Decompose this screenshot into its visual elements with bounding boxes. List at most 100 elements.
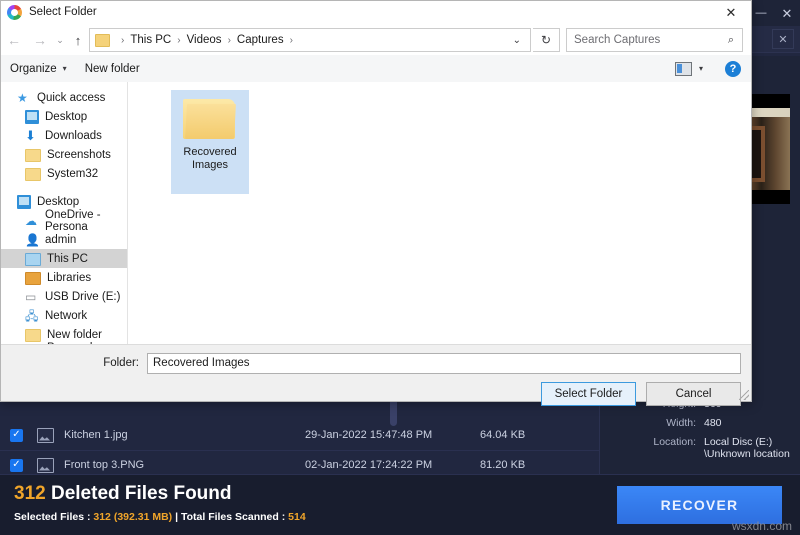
app-close-button[interactable]: ✕ xyxy=(774,0,800,26)
sidebar-item-screenshots[interactable]: Screenshots xyxy=(1,145,127,164)
back-icon[interactable]: ← xyxy=(1,27,27,53)
table-row[interactable]: ✓ Kitchen 1.jpg 29-Jan-2022 15:47:48 PM … xyxy=(0,420,600,451)
tab-close-button[interactable]: ✕ xyxy=(772,29,794,49)
screen-root: — ✕ ✕ ✓ Kitchen 1.jpg 29-Jan-2022 15:47:… xyxy=(0,0,800,535)
breadcrumb-separator: › xyxy=(289,34,293,46)
sidebar-item-usb-drive[interactable]: ▭ USB Drive (E:) xyxy=(1,287,127,306)
metadata-value: 480 xyxy=(704,417,722,429)
sidebar-item-label: admin xyxy=(45,233,77,246)
folder-front xyxy=(185,104,236,139)
scanned-prefix: Total Files Scanned : xyxy=(180,511,289,523)
sidebar-item-label: Libraries xyxy=(47,271,92,284)
star-icon: ★ xyxy=(17,90,28,105)
pc-icon xyxy=(25,253,41,266)
sidebar-item-label: Downloads xyxy=(45,129,102,142)
breadcrumb-item-captures[interactable]: Captures xyxy=(236,34,285,46)
view-options-caret[interactable]: ▾ xyxy=(692,64,713,73)
chevron-down-icon[interactable]: ⌄ xyxy=(504,35,530,46)
image-file-icon xyxy=(37,427,54,443)
folder-icon xyxy=(25,149,41,162)
folder-icon xyxy=(183,96,237,140)
sidebar-item-onedrive[interactable]: ☁ OneDrive - Persona xyxy=(1,208,127,233)
resize-grip[interactable] xyxy=(739,390,749,400)
footer-buttons: Select Folder Cancel xyxy=(541,382,741,406)
app-status-bar: 312 Deleted Files Found Selected Files :… xyxy=(0,474,800,535)
help-icon[interactable]: ? xyxy=(725,60,741,77)
sidebar-item-label: System32 xyxy=(47,167,99,180)
up-one-level-icon[interactable]: ↑ xyxy=(67,27,89,53)
folder-icon xyxy=(25,272,41,285)
view-layout-icon[interactable] xyxy=(674,61,692,76)
breadcrumb-separator: › xyxy=(121,34,125,46)
file-content-pane[interactable]: Recovered Images xyxy=(128,82,751,345)
dialog-body: ★ Quick access Desktop ⬇ Downloads Scree… xyxy=(1,82,751,345)
folder-name-input[interactable]: Recovered Images xyxy=(147,352,741,374)
breadcrumb-item-videos[interactable]: Videos xyxy=(186,34,223,46)
sidebar-item-system32[interactable]: System32 xyxy=(1,164,127,183)
search-placeholder: Search Captures xyxy=(574,34,661,46)
cloud-icon: ☁ xyxy=(25,213,37,228)
new-folder-button[interactable]: New folder xyxy=(76,63,149,75)
metadata-label: Location: xyxy=(653,436,696,448)
metadata-label: Width: xyxy=(666,417,696,429)
folder-item-recovered-images[interactable]: Recovered Images xyxy=(171,90,249,194)
breadcrumb-item-this-pc[interactable]: This PC xyxy=(129,34,172,46)
deleted-files-label: Deleted Files Found xyxy=(45,483,232,504)
sidebar-item-network[interactable]: 🖧 Network xyxy=(1,306,127,325)
network-icon: 🖧 xyxy=(25,308,39,323)
folder-icon xyxy=(95,33,110,47)
refresh-icon[interactable]: ↻ xyxy=(533,28,560,52)
preview-metadata: Height: 360 Width: 480 Location: Local D… xyxy=(600,398,792,467)
deleted-files-found: 312 Deleted Files Found xyxy=(14,483,232,505)
sidebar-item-downloads[interactable]: ⬇ Downloads xyxy=(1,126,127,145)
cancel-button[interactable]: Cancel xyxy=(646,382,741,406)
dialog-title-bar: Select Folder xyxy=(1,1,751,23)
monitor-icon xyxy=(17,194,31,209)
folder-field-row: Folder: Recovered Images xyxy=(1,352,741,374)
select-folder-dialog: Select Folder ✕ ← → ⌄ ↑ › This PC › Vide… xyxy=(0,0,752,406)
dialog-footer: Folder: Recovered Images Select Folder C… xyxy=(1,344,751,406)
monitor-icon xyxy=(25,109,39,124)
metadata-row: Width: 480 xyxy=(600,417,792,429)
chevron-down-icon: ▾ xyxy=(62,64,67,73)
metadata-value-line2: \Unknown location xyxy=(704,448,790,460)
selected-files-prefix: Selected Files : xyxy=(14,511,94,523)
sidebar-item-admin[interactable]: 👤 admin xyxy=(1,230,127,249)
organize-label: Organize xyxy=(10,62,57,75)
navigation-pane[interactable]: ★ Quick access Desktop ⬇ Downloads Scree… xyxy=(1,82,128,345)
breadcrumb[interactable]: › This PC › Videos › Captures › ⌄ xyxy=(89,28,531,52)
metadata-row: Location: Local Disc (E:) \Unknown locat… xyxy=(600,436,792,460)
row-checkbox[interactable]: ✓ xyxy=(10,428,23,442)
select-folder-button[interactable]: Select Folder xyxy=(541,382,636,406)
sidebar-item-label: Desktop xyxy=(45,110,88,123)
recent-locations-icon[interactable]: ⌄ xyxy=(53,27,67,53)
usb-drive-icon: ▭ xyxy=(25,289,37,304)
breadcrumb-separator: › xyxy=(177,34,181,46)
search-input[interactable]: Search Captures ⌕ xyxy=(566,28,743,52)
selection-summary: Selected Files : 312 (392.31 MB) | Total… xyxy=(14,511,306,523)
sidebar-item-quick-access[interactable]: ★ Quick access xyxy=(1,88,127,107)
file-date: 29-Jan-2022 15:47:48 PM xyxy=(305,429,433,441)
metadata-value: Local Disc (E:) \Unknown location xyxy=(704,436,792,460)
organize-button[interactable]: Organize ▾ xyxy=(1,63,76,75)
forward-icon[interactable]: → xyxy=(27,27,53,53)
dialog-close-button[interactable]: ✕ xyxy=(711,1,751,25)
deleted-files-count: 312 xyxy=(14,483,46,504)
file-size: 64.04 KB xyxy=(480,429,526,441)
sidebar-item-label: OneDrive - Persona xyxy=(45,208,101,233)
breadcrumb-separator: › xyxy=(227,34,231,46)
sidebar-item-libraries[interactable]: Libraries xyxy=(1,268,127,287)
sidebar-item-this-pc[interactable]: This PC xyxy=(1,249,127,268)
dialog-navigation-bar: ← → ⌄ ↑ › This PC › Videos › Captures › … xyxy=(1,25,751,55)
sidebar-item-label: Desktop xyxy=(37,195,80,208)
summary-separator: | xyxy=(172,511,181,523)
new-folder-label: New folder xyxy=(84,62,140,75)
sidebar-item-desktop[interactable]: Desktop xyxy=(1,107,127,126)
folder-icon xyxy=(25,168,41,181)
dialog-toolbar: Organize ▾ New folder ▾ ? xyxy=(1,55,751,83)
sidebar-item-label: New folder xyxy=(47,328,102,341)
sidebar-item-label: Quick access xyxy=(37,91,106,104)
user-icon: 👤 xyxy=(25,232,40,247)
dialog-title: Select Folder xyxy=(29,6,97,18)
